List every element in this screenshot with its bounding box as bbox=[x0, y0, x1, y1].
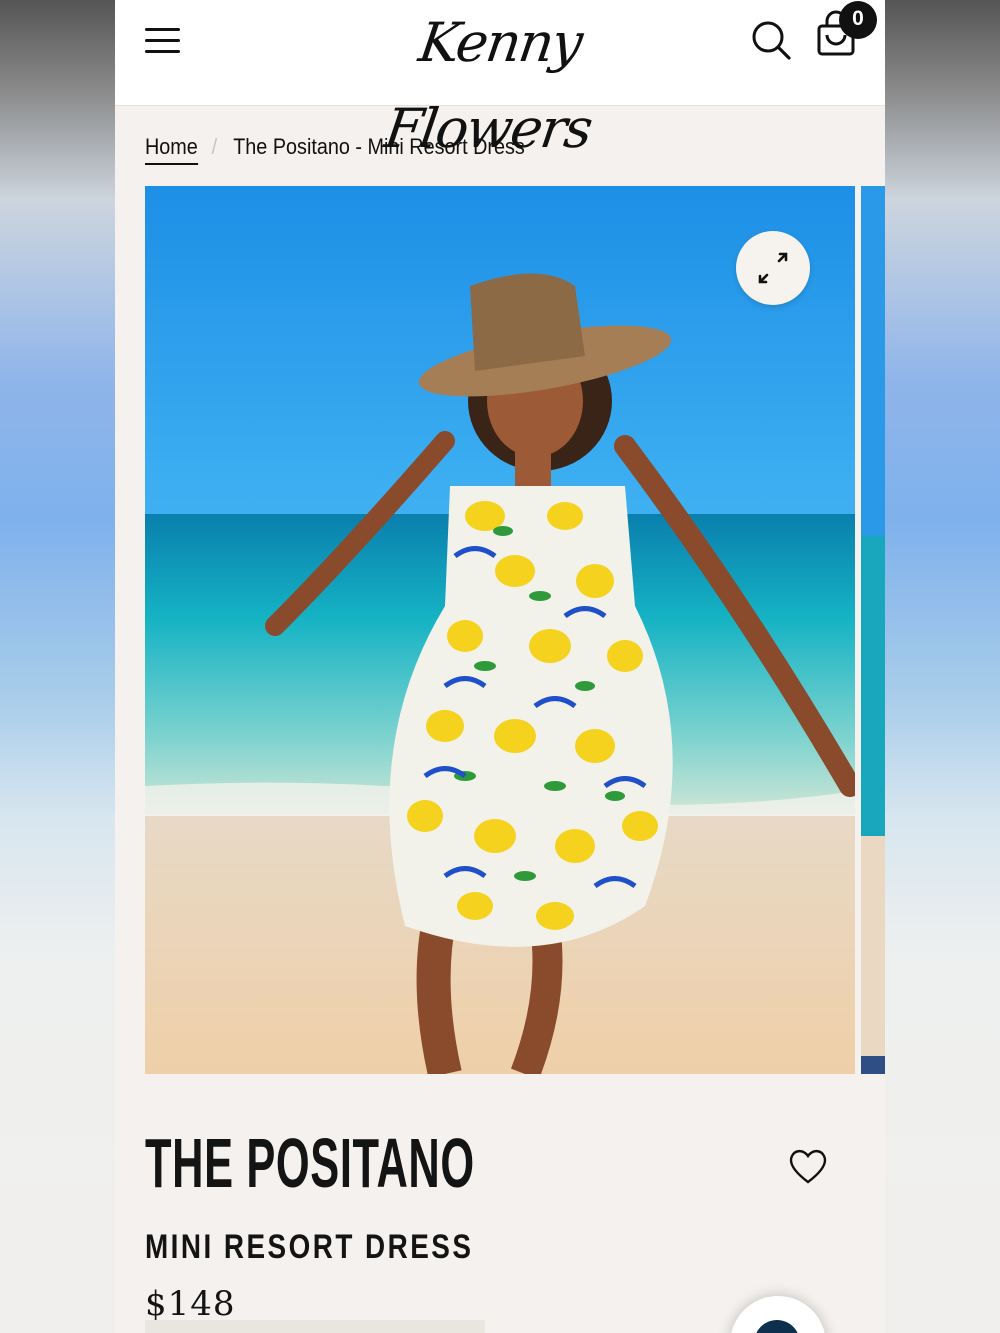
site-header: Kenny Flowers 0 bbox=[115, 0, 885, 160]
blurred-backdrop-right bbox=[885, 0, 1000, 1333]
product-page: Kenny Flowers 0 Home / The Positano - Mi… bbox=[115, 0, 885, 1333]
hamburger-menu-icon[interactable] bbox=[143, 24, 183, 58]
brand-logo[interactable]: Kenny Flowers bbox=[324, 0, 676, 160]
next-product-image-preview[interactable] bbox=[861, 186, 885, 1074]
product-hero-image[interactable] bbox=[145, 186, 855, 1074]
product-title: THE POSITANO bbox=[145, 1124, 475, 1202]
breadcrumb-home-link[interactable]: Home bbox=[145, 134, 198, 165]
heart-icon[interactable] bbox=[786, 1144, 830, 1188]
breadcrumb-current: The Positano - Mini Resort Dress bbox=[233, 134, 525, 159]
chat-icon-inner bbox=[754, 1320, 800, 1333]
product-subtitle: MINI RESORT DRESS bbox=[145, 1228, 474, 1266]
search-icon[interactable] bbox=[751, 18, 793, 62]
breadcrumb-separator: / bbox=[211, 134, 218, 159]
section-strip bbox=[145, 1320, 485, 1333]
blurred-backdrop-left bbox=[0, 0, 115, 1333]
product-price: $148 bbox=[145, 1284, 236, 1324]
expand-icon[interactable] bbox=[736, 231, 810, 305]
cart-count-badge: 0 bbox=[839, 1, 877, 39]
product-gallery[interactable] bbox=[145, 186, 885, 1074]
chat-icon[interactable] bbox=[730, 1296, 826, 1333]
